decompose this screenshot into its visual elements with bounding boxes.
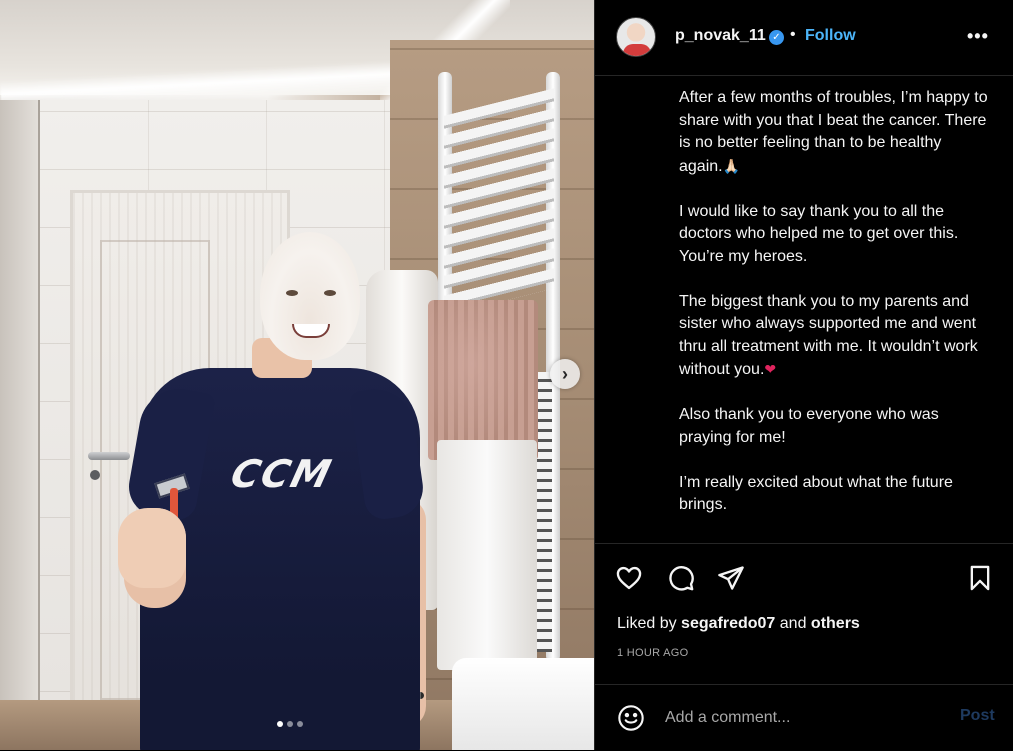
red-heart-icon: ❤ <box>764 361 777 377</box>
more-options-icon[interactable]: ••• <box>967 26 989 47</box>
avatar[interactable] <box>616 17 656 57</box>
caption-paragraph: Also thank you to everyone who was prayi… <box>679 406 939 446</box>
carousel-dot <box>297 721 303 727</box>
carousel-dot <box>287 721 293 727</box>
photo-white-towel <box>437 440 537 670</box>
liked-by-user-link[interactable]: segafredo07 <box>681 615 775 632</box>
post-header: p_novak_11 ✓ • Follow ••• <box>595 0 1013 76</box>
comment-icon[interactable] <box>667 564 697 594</box>
chevron-right-icon: › <box>562 363 568 384</box>
comment-bar: Post <box>595 684 1013 751</box>
shirt-logo: CCM <box>226 452 338 496</box>
post-modal: CCM › p_novak_11 ✓ • Follow ••• After a … <box>0 0 1013 750</box>
post-caption: After a few months of troubles, I’m happ… <box>679 87 989 539</box>
paper-plane-icon[interactable] <box>717 564 747 594</box>
post-photo[interactable]: CCM › <box>0 0 594 750</box>
comment-input[interactable] <box>665 706 935 730</box>
carousel-dots <box>277 721 303 727</box>
post-side-panel: p_novak_11 ✓ • Follow ••• After a few mo… <box>594 0 1013 750</box>
follow-button[interactable]: Follow <box>805 27 856 45</box>
header-separator: • <box>790 26 796 43</box>
photo-pink-towel <box>428 300 538 460</box>
praying-hands-icon: 🙏🏻 <box>722 157 741 174</box>
caption-paragraph: The biggest thank you to my parents and … <box>679 291 989 382</box>
person-left-hand <box>118 508 186 588</box>
verified-badge-icon: ✓ <box>769 30 784 45</box>
caption-paragraph: I’m really excited about what the future… <box>679 473 953 514</box>
liked-by-others-link[interactable]: others <box>811 615 860 632</box>
heart-icon[interactable] <box>615 564 645 594</box>
caption-paragraph: I would like to say thank you to all the… <box>679 202 959 265</box>
person-head <box>260 232 360 360</box>
post-actions: Liked by segafredo07 and others 1 HOUR A… <box>595 543 1013 750</box>
person-left-eye <box>286 290 298 296</box>
smiley-icon[interactable] <box>617 704 645 732</box>
username-link[interactable]: p_novak_11 <box>675 27 766 45</box>
carousel-next-button[interactable]: › <box>550 359 580 389</box>
likes-text: Liked by segafredo07 and others <box>617 615 860 632</box>
photo-mirror-edge <box>0 100 40 750</box>
carousel-dot <box>277 721 283 727</box>
post-comment-button[interactable]: Post <box>960 707 995 725</box>
photo-door-lock <box>90 470 100 480</box>
photo-sink <box>452 658 594 750</box>
bookmark-icon[interactable] <box>966 564 996 594</box>
person-right-eye <box>324 290 336 296</box>
photo-person: CCM <box>118 228 440 750</box>
caption-paragraph: After a few months of troubles, I’m happ… <box>679 87 989 178</box>
post-timestamp[interactable]: 1 HOUR AGO <box>617 647 688 659</box>
